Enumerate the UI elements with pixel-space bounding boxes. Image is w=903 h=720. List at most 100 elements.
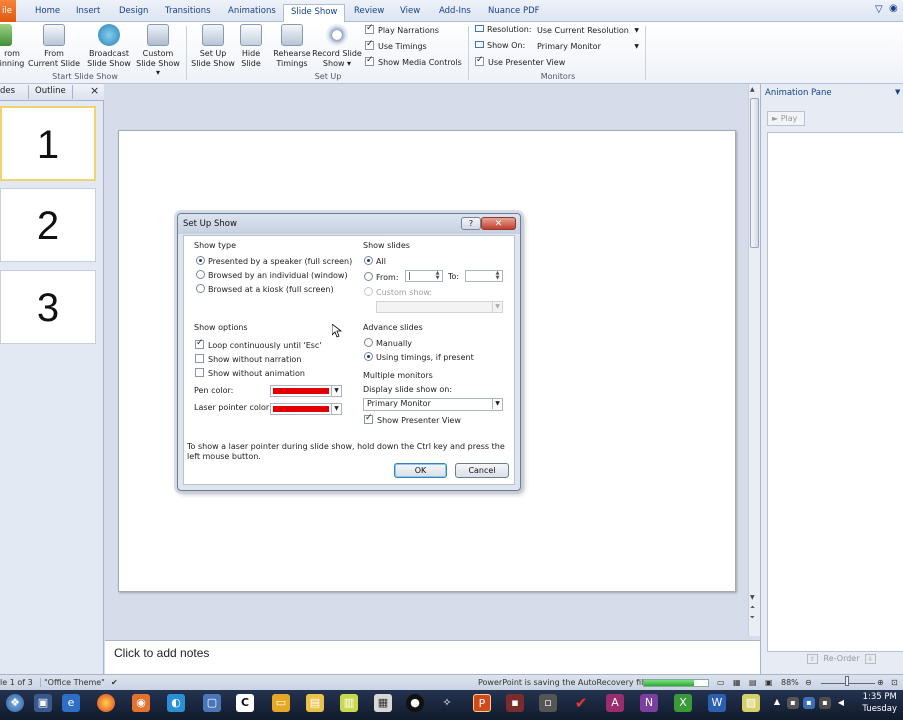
close-button[interactable]: ✕ [481,217,516,230]
tool-icon[interactable]: ✧ [438,694,456,712]
normal-view-icon[interactable]: ▭ [717,678,725,687]
display-monitor-dropdown[interactable]: Primary Monitor ▼ [363,398,503,411]
using-timings-radio[interactable] [364,352,373,361]
slide-sorter-icon[interactable]: ▦ [733,678,741,687]
fit-slide-icon[interactable]: ⊡ [891,678,898,687]
next-slide-icon[interactable]: ⏷ [750,614,755,622]
app-icon[interactable]: ◐ [167,694,185,712]
show-type-kiosk-option[interactable]: Browsed at a kiosk (full screen) [196,284,334,294]
individual-radio[interactable] [196,270,205,279]
app-icon[interactable]: ▨ [742,694,760,712]
manually-option[interactable]: Manually [364,338,412,348]
folder-icon[interactable]: ▭ [272,694,290,712]
tab-add-ins[interactable]: Add-Ins [432,4,478,22]
play-button[interactable]: ► Play [767,111,805,126]
zoom-in-icon[interactable]: ⊕ [877,678,884,687]
use-presenter-view-checkbox[interactable] [475,55,484,66]
no-narration-option[interactable]: Show without narration [195,354,301,364]
tab-nuance-pdf[interactable]: Nuance PDF [481,4,547,22]
no-animation-option[interactable]: Show without animation [195,368,305,378]
show-presenter-view-option[interactable]: Show Presenter View [364,413,461,425]
reading-view-icon[interactable]: ▤ [749,678,757,687]
ie-icon[interactable]: e [62,694,80,712]
scroll-down-icon[interactable]: ▼ [750,594,755,601]
laser-color-picker[interactable]: ▼ [270,403,342,415]
show-media-controls-option[interactable]: Show Media Controls [365,55,462,67]
speaker-radio[interactable] [196,256,205,265]
tab-view[interactable]: View [393,4,427,22]
vertical-scrollbar[interactable]: ▲ ▼ ⏶ ⏷ [748,84,760,636]
play-narrations-checkbox[interactable] [365,23,374,34]
animation-list[interactable] [767,132,903,652]
slide-thumbnail[interactable]: 1 [0,106,96,181]
resolution-dropdown[interactable]: Use Current Resolution ▼ [534,25,642,38]
app-icon[interactable]: ▪ [506,694,524,712]
ok-button[interactable]: OK [394,463,447,478]
spinner-icon[interactable]: ▲ ▼ [433,271,442,281]
firefox-icon[interactable]: ◉ [132,694,150,712]
system-clock[interactable]: 1:35 PM Tuesday [862,691,897,715]
using-timings-option[interactable]: Using timings, if present [364,352,474,362]
show-type-individual-option[interactable]: Browsed by an individual (window) [196,270,348,280]
to-input[interactable]: ▲ ▼ [465,270,503,282]
notes-app-icon[interactable]: ▤ [306,694,324,712]
onenote-icon[interactable]: N [640,694,658,712]
move-down-icon[interactable]: ⇩ [865,654,877,664]
minimize-ribbon-icon[interactable]: ▽ [875,4,883,15]
slide-show-view-icon[interactable]: ▣ [765,678,773,687]
move-up-icon[interactable]: ⇧ [807,654,818,664]
help-icon[interactable]: ◉ [889,3,898,14]
app-icon[interactable]: ▫ [539,694,557,712]
record-slide-show-button[interactable]: Record Slide Show ▾ [312,24,362,68]
media-icon[interactable]: ● [406,694,424,712]
rehearse-timings-button[interactable]: Rehearse Timings [270,24,314,68]
spinner-icon[interactable]: ▲ ▼ [493,271,502,281]
app-icon[interactable]: ▥ [340,694,358,712]
tab-animations[interactable]: Animations [221,4,283,22]
tab-file[interactable]: ile [0,0,16,22]
manually-radio[interactable] [364,338,373,347]
app-icon[interactable]: ▢ [203,694,221,712]
scroll-thumb[interactable] [750,98,759,248]
start-button-icon[interactable]: ❖ [6,694,24,712]
tray-icon[interactable]: ▪ [787,697,799,709]
from-option[interactable]: From: [364,272,399,282]
pane-menu-icon[interactable]: ▼ [895,88,900,96]
tab-transitions[interactable]: Transitions [158,4,218,22]
use-presenter-view-option[interactable]: Use Presenter View [475,55,565,67]
reorder-control[interactable]: ⇧ Re-Order ⇩ [807,654,877,664]
from-current-slide-button[interactable]: From Current Slide [27,24,81,68]
loop-checkbox[interactable] [195,338,204,349]
proofing-icon[interactable]: ✔ [111,678,118,687]
tray-arrow-icon[interactable]: ▲ [772,697,782,707]
show-on-dropdown[interactable]: Primary Monitor ▼ [534,41,642,54]
pen-color-picker[interactable]: ▼ [270,385,342,397]
presenter-view-checkbox[interactable] [364,413,373,424]
ccleaner-icon[interactable]: C [236,694,254,712]
tab-slides[interactable]: des [0,86,15,96]
broadcast-slide-show-button[interactable]: Broadcast Slide Show [86,24,132,68]
use-timings-option[interactable]: Use Timings [365,39,427,51]
from-input[interactable]: | ▲ ▼ [405,270,443,282]
zoom-out-icon[interactable]: ⊖ [805,678,812,687]
no-narration-checkbox[interactable] [195,354,204,363]
app-icon[interactable]: ▦ [374,694,392,712]
word-icon[interactable]: W [708,694,726,712]
slide-thumbnail[interactable]: 3 [0,270,96,344]
scroll-up-icon[interactable]: ▲ [750,86,755,93]
show-type-speaker-option[interactable]: Presented by a speaker (full screen) [196,256,352,266]
hide-slide-button[interactable]: Hide Slide [236,24,266,68]
custom-slide-show-button[interactable]: Custom Slide Show ▾ [133,24,183,78]
notes-pane[interactable]: Click to add notes [105,640,761,674]
excel-icon[interactable]: X [674,694,692,712]
explorer-icon[interactable]: ▣ [34,694,52,712]
zoom-level[interactable]: 88% [781,678,799,687]
tab-design[interactable]: Design [112,4,155,22]
cancel-button[interactable]: Cancel [455,463,509,478]
close-icon[interactable]: × [90,84,99,97]
tray-icon[interactable]: ▪ [803,697,815,709]
show-media-controls-checkbox[interactable] [365,55,374,66]
from-radio[interactable] [364,272,373,281]
use-timings-checkbox[interactable] [365,39,374,50]
powerpoint-icon[interactable]: P [473,694,491,712]
